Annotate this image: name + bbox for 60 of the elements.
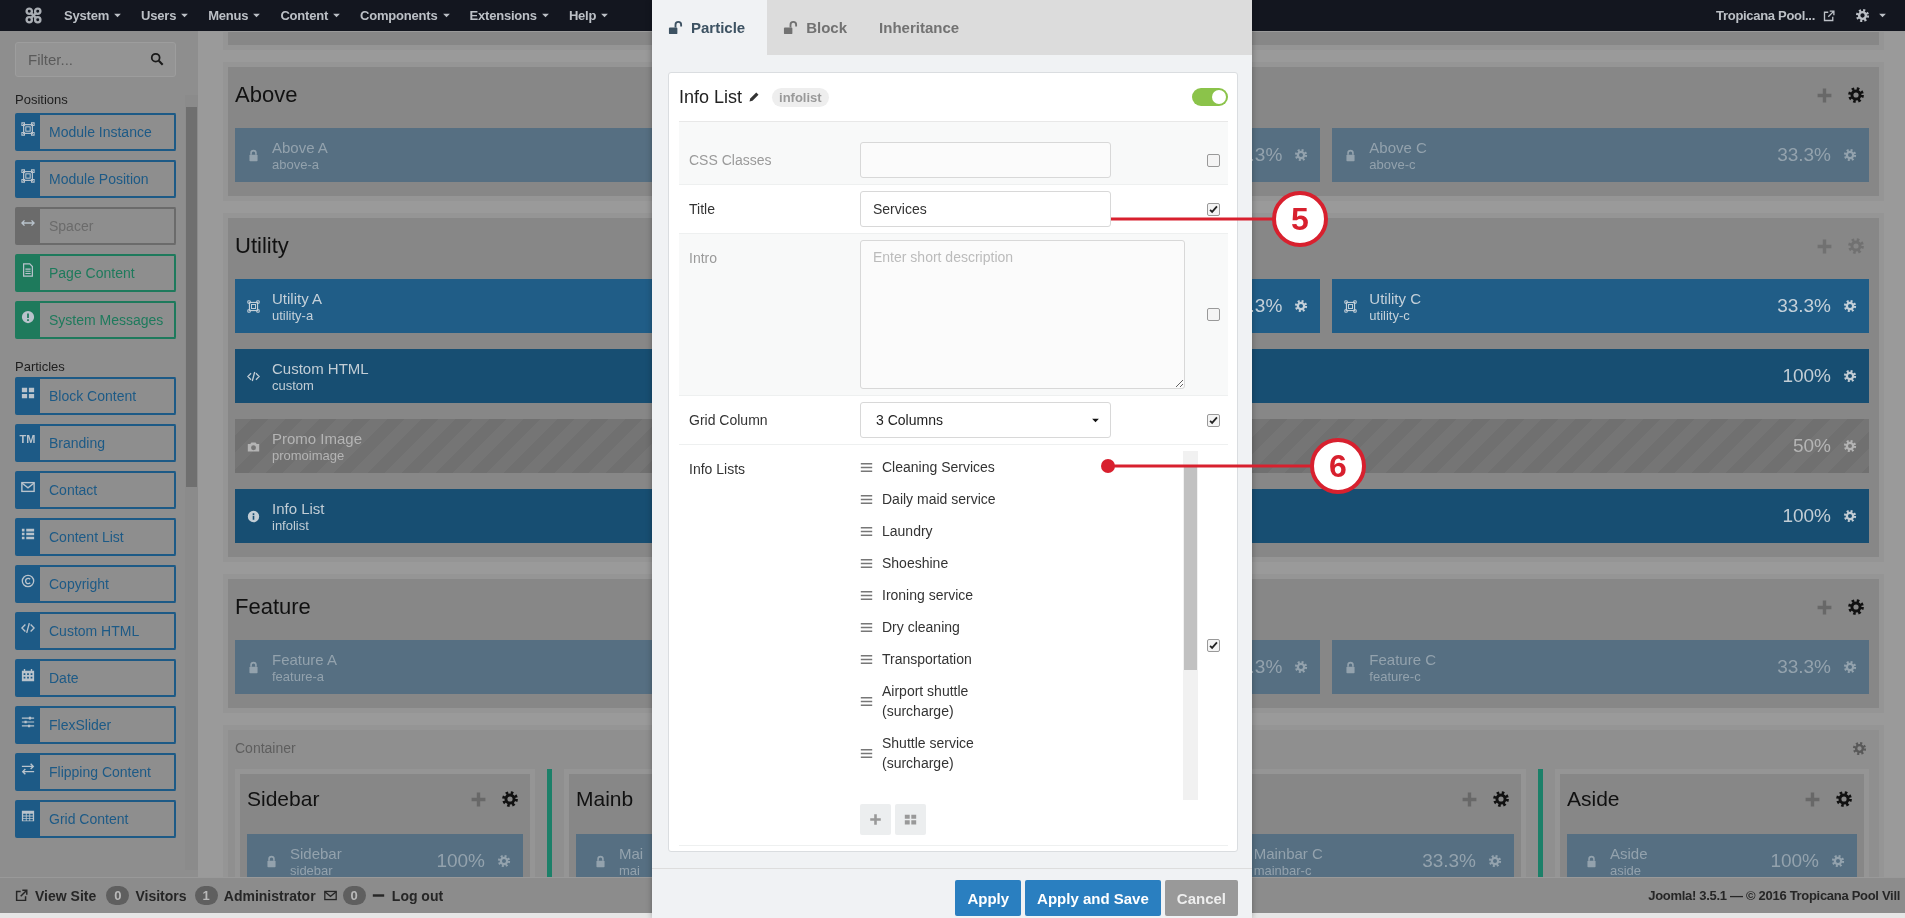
block-id: feature-c bbox=[1369, 668, 1422, 684]
block-width: 33.3% bbox=[1777, 295, 1831, 317]
block-width: .3% bbox=[1249, 295, 1283, 317]
block-width: 50% bbox=[1792, 435, 1831, 457]
block-width: .3% bbox=[1249, 656, 1283, 678]
block-title: Utility A bbox=[272, 289, 322, 307]
block-title: Feature C bbox=[1369, 650, 1437, 668]
group-heading: Particles bbox=[15, 359, 66, 376]
block-id: custom bbox=[272, 377, 315, 393]
block-width: 100% bbox=[1782, 505, 1831, 527]
block-title: Mai bbox=[619, 844, 644, 862]
block-title: Utility C bbox=[1369, 289, 1421, 307]
block-id: infolist bbox=[272, 517, 310, 533]
block-width: .3% bbox=[1249, 144, 1283, 166]
trademark-icon: TM bbox=[19, 433, 36, 446]
particle-type-badge: infolist bbox=[772, 87, 829, 107]
block-id: above-c bbox=[1369, 156, 1417, 172]
block-title: Feature A bbox=[272, 650, 338, 668]
block-id: utility-a bbox=[272, 307, 315, 323]
field-label: CSS Classes bbox=[688, 151, 773, 170]
section-title: Feature bbox=[235, 594, 311, 620]
field-label: Title bbox=[688, 200, 716, 219]
block-title: Mainbar C bbox=[1253, 844, 1323, 862]
count-badge: 0 bbox=[342, 886, 366, 905]
block-id: aside bbox=[1610, 862, 1643, 877]
block-id: above-a bbox=[272, 156, 320, 172]
block-id: mainbar-c bbox=[1253, 862, 1313, 877]
block-title: Above A bbox=[272, 138, 328, 156]
field-label: Info Lists bbox=[688, 460, 747, 479]
particle-title: Info List bbox=[679, 86, 743, 108]
block-width: 100% bbox=[436, 850, 485, 872]
block-title: Custom HTML bbox=[272, 359, 369, 377]
field-label: Grid Column bbox=[688, 411, 769, 430]
section-title: Above bbox=[235, 82, 298, 108]
count-badge: 1 bbox=[194, 886, 218, 905]
block-id: mai bbox=[619, 862, 641, 877]
column-title: Aside bbox=[1567, 787, 1620, 811]
block-title: Above C bbox=[1369, 138, 1427, 156]
block-id: promoimage bbox=[272, 447, 346, 463]
block-title: Promo Image bbox=[272, 429, 363, 447]
block-title: Info List bbox=[272, 499, 325, 517]
block-id: sidebar bbox=[290, 862, 334, 877]
group-heading: Positions bbox=[15, 92, 69, 109]
footer-text: Joomla! 3.5.1 — © 2016 Tropicana Pool Vill bbox=[1648, 888, 1900, 903]
block-width: 33.3% bbox=[1777, 656, 1831, 678]
block-title: Aside bbox=[1610, 844, 1648, 862]
status-label: Administrator bbox=[223, 887, 316, 904]
status-label: Visitors bbox=[135, 887, 187, 904]
section-title: Utility bbox=[235, 233, 289, 259]
block-id: utility-c bbox=[1369, 307, 1411, 323]
column-title: Mainb bbox=[576, 787, 634, 811]
block-width: 33.3% bbox=[1777, 144, 1831, 166]
count-badge: 0 bbox=[106, 886, 130, 905]
block-title: Sidebar bbox=[290, 844, 342, 862]
block-width: 100% bbox=[1770, 850, 1819, 872]
block-width: 33.3% bbox=[1422, 850, 1476, 872]
field-label: Intro bbox=[688, 249, 718, 268]
block-id: feature-a bbox=[272, 668, 326, 684]
block-width: 100% bbox=[1782, 365, 1831, 387]
column-title: Sidebar bbox=[247, 787, 320, 811]
